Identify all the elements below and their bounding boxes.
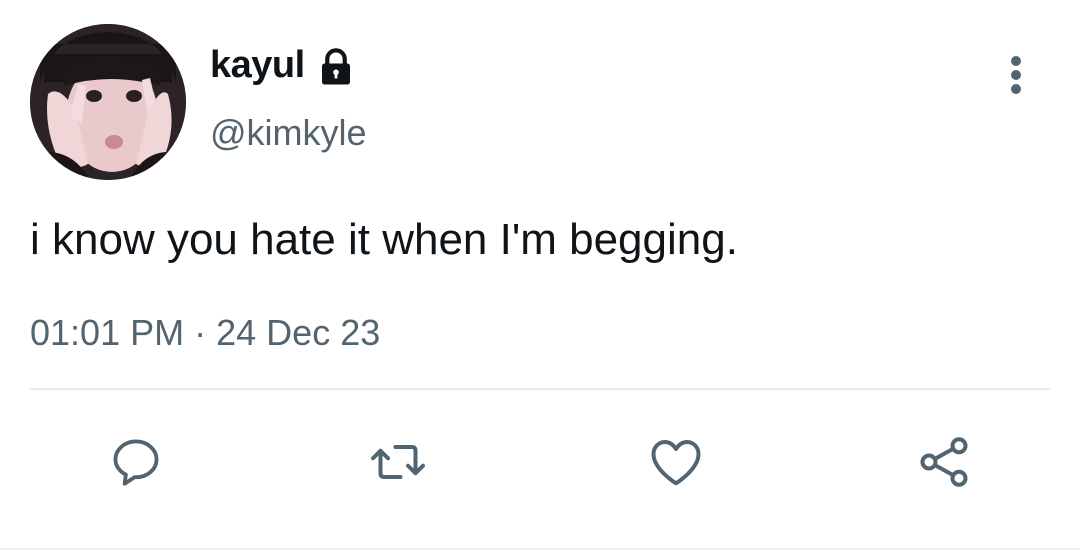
- bottom-divider: [0, 548, 1080, 550]
- lock-icon: [321, 48, 350, 85]
- retweet-button[interactable]: [368, 432, 428, 492]
- reply-button[interactable]: [106, 432, 166, 492]
- meta-separator: ·: [194, 312, 207, 353]
- share-icon: [920, 437, 968, 487]
- retweet-icon: [371, 445, 425, 479]
- tweet-time: 01:01 PM: [30, 312, 185, 353]
- share-button[interactable]: [914, 432, 974, 492]
- tweet-text: i know you hate it when I'm begging.: [30, 215, 738, 264]
- like-button[interactable]: [646, 432, 706, 492]
- name-row: kayul: [210, 42, 357, 88]
- avatar[interactable]: [30, 24, 186, 180]
- avatar-image: [30, 24, 186, 180]
- divider: [30, 388, 1050, 390]
- heart-icon: [651, 440, 701, 486]
- tweet-date: 24 Dec 23: [216, 312, 381, 353]
- tweet-timestamp[interactable]: 01:01 PM · 24 Dec 23: [30, 312, 380, 354]
- display-name[interactable]: kayul: [210, 44, 305, 87]
- tweet-card: kayul @kimkyle i know you hate it when I…: [0, 0, 1080, 555]
- user-handle[interactable]: @kimkyle: [210, 112, 367, 154]
- more-vertical-icon: [1011, 56, 1021, 94]
- more-options-button[interactable]: [996, 50, 1036, 100]
- reply-icon: [113, 439, 159, 486]
